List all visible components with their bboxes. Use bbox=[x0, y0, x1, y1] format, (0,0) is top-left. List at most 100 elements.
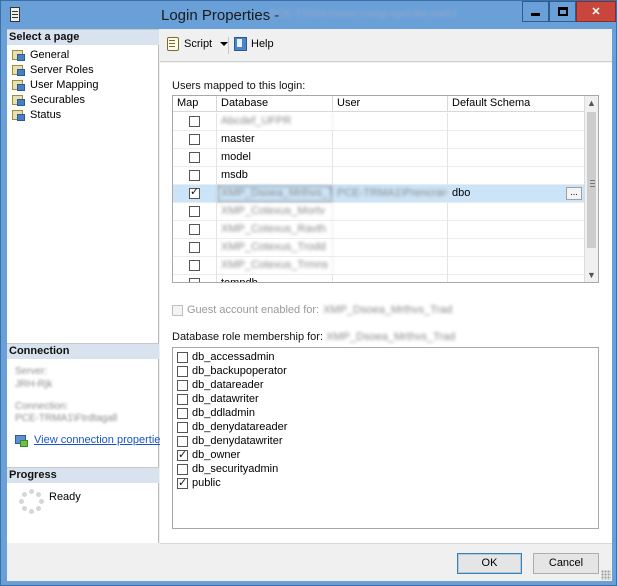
role-membership-list[interactable]: db_accessadmin db_backupoperator db_datare… bbox=[172, 347, 599, 529]
page-item-general[interactable]: General bbox=[11, 47, 69, 62]
column-header-default-schema[interactable]: Default Schema bbox=[448, 96, 585, 112]
role-item-public[interactable]: public bbox=[177, 476, 221, 490]
default-schema-cell[interactable] bbox=[448, 221, 585, 239]
database-cell[interactable]: model bbox=[217, 149, 333, 167]
user-cell[interactable] bbox=[333, 149, 448, 167]
user-cell[interactable] bbox=[333, 203, 448, 221]
role-checkbox[interactable] bbox=[177, 365, 188, 377]
default-schema-cell[interactable] bbox=[448, 239, 585, 257]
scroll-thumb[interactable] bbox=[587, 112, 596, 248]
default-schema-cell[interactable] bbox=[448, 149, 585, 167]
grid-row[interactable]: Abcdef_UFPR bbox=[173, 113, 585, 131]
role-item-db-denydatawriter[interactable]: db_denydatawriter bbox=[177, 434, 283, 448]
role-checkbox[interactable] bbox=[177, 393, 188, 405]
default-schema-cell[interactable]: dbo... bbox=[448, 185, 585, 203]
role-item-db-datareader[interactable]: db_datareader bbox=[177, 378, 264, 392]
column-header-database[interactable]: Database bbox=[217, 96, 333, 112]
users-mapped-grid[interactable]: Map Database User Default Schema Abcdef_… bbox=[172, 95, 599, 283]
map-checkbox[interactable] bbox=[189, 242, 200, 253]
close-button[interactable]: ✕ bbox=[576, 1, 616, 22]
map-checkbox[interactable] bbox=[189, 260, 200, 271]
role-item-db-owner[interactable]: db_owner bbox=[177, 448, 240, 462]
role-checkbox[interactable] bbox=[177, 407, 188, 419]
default-schema-cell[interactable] bbox=[448, 203, 585, 221]
cancel-button[interactable]: Cancel bbox=[533, 553, 599, 574]
role-item-db-securityadmin[interactable]: db_securityadmin bbox=[177, 462, 278, 476]
role-item-db-datawriter[interactable]: db_datawriter bbox=[177, 392, 259, 406]
user-cell[interactable]: PCE-TRMA1\Prencranp bbox=[333, 185, 448, 203]
database-cell[interactable]: XMP_Cotexus_Mortv bbox=[217, 203, 333, 221]
database-cell[interactable]: msdb bbox=[217, 167, 333, 185]
title-bar[interactable]: Login Properties - PCE-TRMA1\user-comp-s… bbox=[1, 1, 616, 29]
user-cell[interactable] bbox=[333, 275, 448, 282]
role-checkbox[interactable] bbox=[177, 421, 188, 433]
column-header-user[interactable]: User bbox=[333, 96, 448, 112]
view-connection-properties-link[interactable]: View connection properties bbox=[15, 434, 166, 447]
page-item-user-mapping[interactable]: User Mapping bbox=[11, 77, 99, 92]
role-item-db-accessadmin[interactable]: db_accessadmin bbox=[177, 350, 275, 364]
ok-button[interactable]: OK bbox=[457, 553, 522, 574]
map-checkbox[interactable] bbox=[189, 224, 200, 235]
role-checkbox[interactable] bbox=[177, 351, 188, 363]
user-cell[interactable] bbox=[333, 239, 448, 257]
grid-row[interactable]: XMP_Cotexus_Ravth bbox=[173, 221, 585, 239]
map-checkbox[interactable] bbox=[189, 170, 200, 181]
database-cell[interactable]: XMP_Cotexus_Trodd bbox=[217, 239, 333, 257]
grid-vertical-scrollbar[interactable]: ▲ ▼ bbox=[584, 96, 598, 282]
grid-row[interactable]: XMP_Dsoea_Mrthvs_TradPCE-TRMA1\Prencranp… bbox=[173, 185, 585, 203]
default-schema-cell[interactable] bbox=[448, 275, 585, 282]
role-item-db-denydatareader[interactable]: db_denydatareader bbox=[177, 420, 287, 434]
script-button[interactable]: Script bbox=[166, 37, 229, 51]
schema-browse-button[interactable]: ... bbox=[566, 187, 582, 200]
user-cell[interactable] bbox=[333, 221, 448, 239]
user-cell[interactable] bbox=[333, 257, 448, 275]
map-checkbox[interactable] bbox=[189, 206, 200, 217]
grid-row[interactable]: XMP_Cotexus_Mortv bbox=[173, 203, 585, 221]
help-button[interactable]: Help bbox=[234, 37, 274, 51]
role-item-db-ddladmin[interactable]: db_ddladmin bbox=[177, 406, 255, 420]
database-cell[interactable]: Abcdef_UFPR bbox=[217, 113, 333, 131]
guest-account-row: Guest account enabled for: XMP_Dsoea_Mrt… bbox=[172, 304, 452, 316]
page-item-server-roles[interactable]: Server Roles bbox=[11, 62, 94, 77]
map-checkbox[interactable] bbox=[189, 152, 200, 163]
grid-row[interactable]: tempdb bbox=[173, 275, 585, 282]
default-schema-cell[interactable] bbox=[448, 257, 585, 275]
grid-row[interactable]: model bbox=[173, 149, 585, 167]
role-item-db-backupoperator[interactable]: db_backupoperator bbox=[177, 364, 287, 378]
page-item-status[interactable]: Status bbox=[11, 107, 61, 122]
database-cell[interactable]: XMP_Cotexus_Trmns bbox=[217, 257, 333, 275]
script-dropdown-icon[interactable] bbox=[220, 41, 229, 46]
default-schema-cell[interactable] bbox=[448, 113, 585, 131]
database-cell[interactable]: XMP_Dsoea_Mrthvs_Trad bbox=[217, 185, 333, 203]
user-cell[interactable] bbox=[333, 167, 448, 185]
database-cell[interactable]: master bbox=[217, 131, 333, 149]
map-checkbox[interactable] bbox=[189, 116, 200, 127]
minimize-button[interactable] bbox=[522, 1, 549, 22]
grid-row[interactable]: XMP_Cotexus_Trmns bbox=[173, 257, 585, 275]
guest-account-checkbox[interactable] bbox=[172, 304, 183, 316]
grid-row[interactable]: msdb bbox=[173, 167, 585, 185]
role-checkbox[interactable] bbox=[177, 448, 188, 461]
scroll-down-icon[interactable]: ▼ bbox=[585, 268, 598, 282]
user-cell[interactable] bbox=[333, 113, 448, 131]
map-checkbox[interactable] bbox=[189, 278, 200, 282]
default-schema-cell[interactable] bbox=[448, 131, 585, 149]
scroll-up-icon[interactable]: ▲ bbox=[585, 96, 598, 110]
database-cell[interactable]: tempdb bbox=[217, 275, 333, 282]
maximize-button[interactable] bbox=[549, 1, 576, 22]
column-header-map[interactable]: Map bbox=[173, 96, 217, 112]
resize-grip-icon[interactable] bbox=[601, 570, 611, 580]
map-checkbox[interactable] bbox=[189, 186, 200, 199]
view-connection-properties-label[interactable]: View connection properties bbox=[34, 434, 166, 446]
role-checkbox[interactable] bbox=[177, 379, 188, 391]
default-schema-cell[interactable] bbox=[448, 167, 585, 185]
user-cell[interactable] bbox=[333, 131, 448, 149]
grid-row[interactable]: XMP_Cotexus_Trodd bbox=[173, 239, 585, 257]
grid-row[interactable]: master bbox=[173, 131, 585, 149]
role-checkbox[interactable] bbox=[177, 463, 188, 475]
database-cell[interactable]: XMP_Cotexus_Ravth bbox=[217, 221, 333, 239]
role-checkbox[interactable] bbox=[177, 476, 188, 489]
page-item-securables[interactable]: Securables bbox=[11, 92, 85, 107]
map-checkbox[interactable] bbox=[189, 134, 200, 145]
role-checkbox[interactable] bbox=[177, 435, 188, 447]
